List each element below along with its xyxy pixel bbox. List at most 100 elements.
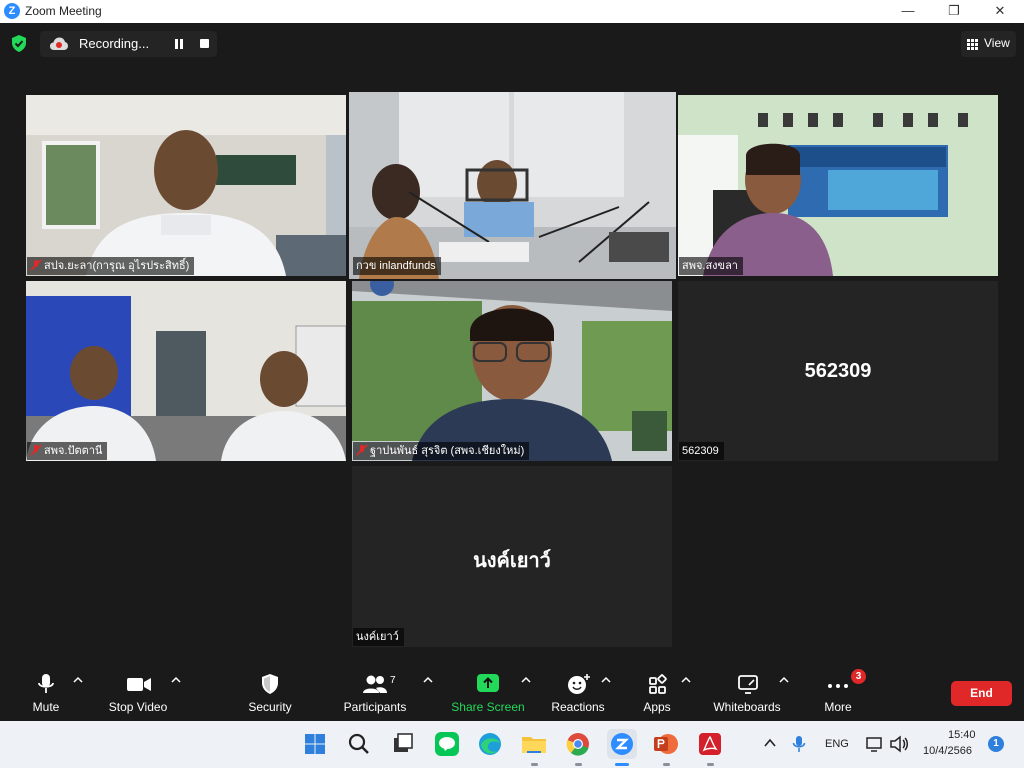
- participant-display-name: นงค์เยาว์: [473, 550, 551, 572]
- participant-video-feed: [678, 95, 998, 276]
- video-camera-icon: [127, 678, 151, 691]
- participant-name-tag: สปจ.ยะลา(การุณ อุไรประสิทธิ์): [27, 257, 195, 275]
- recording-label: Recording...: [79, 36, 150, 51]
- close-button[interactable]: ✕: [977, 0, 1023, 23]
- acrobat-running-indicator: [707, 763, 714, 766]
- edge-browser-icon[interactable]: [475, 729, 505, 759]
- shield-icon: [262, 674, 278, 694]
- show-hidden-icons-chevron-up-icon[interactable]: [764, 738, 776, 748]
- participant-name: นงค์เยาว์: [356, 631, 399, 643]
- share-options-chevron-up-icon[interactable]: [521, 676, 531, 684]
- participant-name: 562309: [682, 445, 719, 457]
- more-button[interactable]: 3 More: [818, 664, 866, 721]
- participant-name-tag: กวข inlandfunds: [353, 257, 441, 275]
- zoom-app-icon: [611, 733, 633, 755]
- video-tile[interactable]: ฐาปนพันธ์ สุรจิต (สพจ.เชียงใหม่): [352, 281, 672, 461]
- mute-button[interactable]: Mute: [22, 664, 70, 721]
- grid-view-icon: [967, 39, 978, 50]
- participant-video-feed: [352, 281, 672, 461]
- acrobat-pdf-icon[interactable]: [695, 729, 725, 759]
- participant-video-feed: [349, 92, 676, 279]
- muted-mic-icon: [356, 444, 368, 456]
- participant-name: กวข inlandfunds: [356, 260, 436, 272]
- video-tile[interactable]: สพจ.สงขลา: [678, 95, 998, 276]
- security-button[interactable]: Security: [244, 664, 296, 721]
- participant-name-tag: นงค์เยาว์: [353, 628, 404, 646]
- participants-options-chevron-up-icon[interactable]: [423, 676, 433, 684]
- zoom-taskbar-app[interactable]: [607, 729, 637, 759]
- participant-name: ฐาปนพันธ์ สุรจิต (สพจ.เชียงใหม่): [370, 445, 525, 457]
- stop-video-button[interactable]: Stop Video: [106, 664, 170, 721]
- apps-button[interactable]: Apps: [636, 664, 678, 721]
- more-options-icon: [828, 684, 848, 688]
- maximize-button[interactable]: ❐: [931, 0, 977, 23]
- meeting-toolbar: Mute Stop Video Security 7 Participants: [0, 664, 1024, 721]
- whiteboards-label: Whiteboards: [713, 700, 781, 714]
- zoom-logo-icon: Z: [4, 3, 20, 19]
- participant-name-tag: ฐาปนพันธ์ สุรจิต (สพจ.เชียงใหม่): [353, 442, 530, 460]
- participant-name: สพจ.สงขลา: [682, 260, 738, 272]
- reactions-button[interactable]: Reactions: [548, 664, 608, 721]
- muted-mic-icon: [30, 444, 42, 456]
- share-screen-button[interactable]: Share Screen: [450, 664, 526, 721]
- video-tile[interactable]: สปจ.ยะลา(การุณ อุไรประสิทธิ์): [26, 95, 346, 276]
- cloud-recording-icon: [50, 37, 68, 50]
- window-title-bar: Z Zoom Meeting — ❐ ✕: [0, 0, 1024, 23]
- participant-name-tag: สพจ.สงขลา: [679, 257, 743, 275]
- clock-date[interactable]: 10/4/2566: [923, 745, 972, 757]
- apps-options-chevron-up-icon[interactable]: [681, 676, 691, 684]
- file-explorer-icon[interactable]: [519, 729, 549, 759]
- more-notification-badge: 3: [851, 669, 866, 684]
- line-app-icon[interactable]: [432, 729, 462, 759]
- clock-time[interactable]: 15:40: [948, 729, 976, 741]
- search-icon[interactable]: [344, 729, 374, 759]
- video-options-chevron-up-icon[interactable]: [171, 676, 181, 684]
- more-label: More: [824, 700, 852, 714]
- emoji-reaction-icon: [568, 674, 590, 694]
- participant-display-name: 562309: [804, 360, 872, 382]
- whiteboards-button[interactable]: Whiteboards: [710, 664, 784, 721]
- participant-video-feed: [26, 95, 346, 276]
- participant-name: สปจ.ยะลา(การุณ อุไรประสิทธิ์): [44, 260, 190, 272]
- windows-start-icon[interactable]: [300, 729, 330, 759]
- microphone-icon: [38, 674, 54, 693]
- video-tile-no-video[interactable]: 562309 562309: [678, 281, 998, 461]
- reactions-label: Reactions: [551, 700, 605, 714]
- muted-mic-icon: [30, 259, 42, 271]
- window-title: Zoom Meeting: [25, 4, 102, 18]
- chrome-running-indicator: [575, 763, 582, 766]
- volume-icon[interactable]: [889, 735, 909, 753]
- task-view-icon[interactable]: [388, 729, 418, 759]
- input-language-indicator[interactable]: ENG: [825, 738, 849, 750]
- participants-icon: [363, 675, 387, 693]
- audio-options-chevron-up-icon[interactable]: [73, 676, 83, 684]
- video-tile[interactable]: สพจ.ปัตตานี: [26, 281, 346, 461]
- share-screen-label: Share Screen: [451, 700, 525, 714]
- participant-video-feed: [26, 281, 346, 461]
- share-screen-icon: [477, 674, 499, 692]
- zoom-active-indicator: [615, 763, 629, 766]
- stop-recording-icon[interactable]: [200, 39, 209, 48]
- participants-button[interactable]: 7 Participants: [340, 664, 410, 721]
- reactions-options-chevron-up-icon[interactable]: [601, 676, 611, 684]
- apps-icon: [649, 674, 667, 694]
- participant-name: สพจ.ปัตตานี: [44, 445, 103, 457]
- chrome-browser-icon[interactable]: [563, 729, 593, 759]
- video-tile-no-video[interactable]: นงค์เยาว์ นงค์เยาว์: [352, 466, 672, 647]
- participants-label: Participants: [343, 700, 407, 714]
- pause-recording-icon[interactable]: [173, 38, 185, 50]
- meeting-top-bar: Recording... View: [0, 23, 1024, 63]
- encryption-shield-icon[interactable]: [11, 35, 27, 52]
- end-meeting-button[interactable]: End: [951, 681, 1012, 706]
- notification-center-badge[interactable]: 1: [988, 736, 1004, 752]
- whiteboards-options-chevron-up-icon[interactable]: [779, 676, 789, 684]
- view-button[interactable]: View: [961, 31, 1016, 57]
- minimize-button[interactable]: —: [885, 0, 931, 23]
- video-tile-active-speaker[interactable]: กวข inlandfunds: [349, 92, 676, 279]
- view-label: View: [984, 36, 1010, 50]
- powerpoint-icon[interactable]: [651, 729, 681, 759]
- network-icon[interactable]: [866, 735, 884, 753]
- tray-microphone-icon[interactable]: [792, 735, 806, 753]
- apps-label: Apps: [643, 700, 671, 714]
- participants-count: 7: [390, 675, 396, 686]
